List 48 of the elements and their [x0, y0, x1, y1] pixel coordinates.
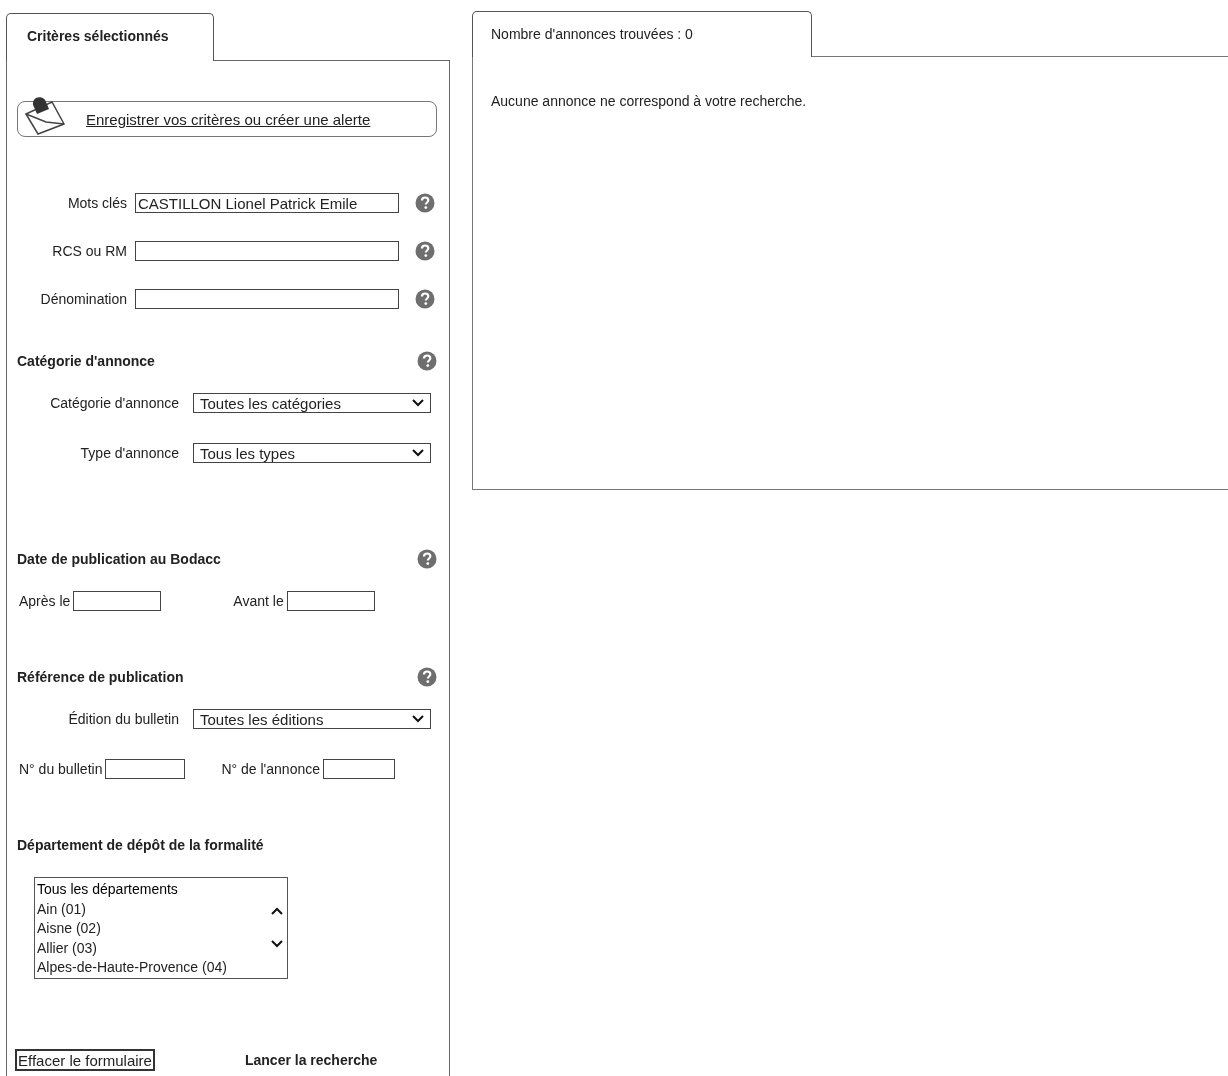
field-label: Dénomination	[39, 291, 127, 307]
field-label: Mots clés	[66, 195, 127, 211]
section-heading: Département de dépôt de la formalité	[17, 837, 264, 853]
input-field[interactable]	[323, 759, 395, 779]
section-heading: Référence de publication	[17, 669, 184, 685]
field-label: N° de l'annonce	[221, 761, 320, 777]
scroll-down-icon[interactable]	[271, 939, 283, 948]
input-field[interactable]	[73, 591, 162, 611]
dropdown[interactable]: Toutes les catégories	[193, 393, 431, 413]
help-icon[interactable]	[417, 667, 437, 687]
text-field[interactable]: CASTILLON Lionel Patrick Emile	[135, 193, 399, 213]
field-label: Avant le	[233, 593, 284, 609]
envelope-bell-icon	[22, 94, 68, 136]
field-label: RCS ou RM	[51, 243, 127, 259]
field-label: Édition du bulletin	[67, 711, 179, 727]
chevron-down-icon	[412, 715, 424, 723]
input-field[interactable]	[105, 759, 186, 779]
save-alert-link[interactable]: Enregistrer vos critères ou créer une alerte	[86, 110, 371, 128]
list-option[interactable]: Ain (01)	[37, 899, 269, 919]
input-field[interactable]	[286, 591, 375, 611]
help-icon[interactable]	[415, 289, 435, 309]
list-option[interactable]: Tous les départements	[37, 880, 269, 900]
dropdown[interactable]: Tous les types	[193, 443, 431, 463]
panel-tab[interactable]: Nombre d'annonces trouvées : 0	[472, 11, 812, 57]
text-field[interactable]	[135, 289, 399, 309]
field-label: Après le	[19, 593, 71, 609]
panel-tab[interactable]: Critères sélectionnés	[6, 13, 214, 61]
chevron-down-icon	[412, 449, 424, 457]
field-label: Type d'annonce	[79, 445, 179, 461]
field-label: N° du bulletin	[19, 761, 103, 777]
help-icon[interactable]	[417, 351, 437, 371]
list-option[interactable]: Allier (03)	[37, 938, 269, 958]
chevron-down-icon	[412, 399, 424, 407]
list-option[interactable]: Aisne (02)	[37, 919, 269, 939]
field-label: Catégorie d'annonce	[49, 395, 179, 411]
clear-form-button[interactable]: Effacer le formulaire	[15, 1049, 155, 1071]
help-icon[interactable]	[417, 549, 437, 569]
scroll-up-icon[interactable]	[271, 906, 283, 915]
search-button[interactable]: Lancer la recherche	[244, 1052, 378, 1068]
section-heading: Date de publication au Bodacc	[17, 551, 221, 567]
help-icon[interactable]	[415, 241, 435, 261]
no-results-message: Aucune annonce ne correspond à votre recherche.	[491, 93, 807, 109]
help-icon[interactable]	[415, 193, 435, 213]
department-listbox[interactable]: Tous les départements Ain (01) Aisne (02) Allier (03) Alpes-de-Haute-Provence (04)	[34, 877, 288, 979]
section-heading: Catégorie d'annonce	[17, 353, 155, 369]
text-field[interactable]	[135, 241, 399, 261]
list-option[interactable]: Alpes-de-Haute-Provence (04)	[37, 958, 269, 978]
dropdown[interactable]: Toutes les éditions	[193, 709, 431, 729]
